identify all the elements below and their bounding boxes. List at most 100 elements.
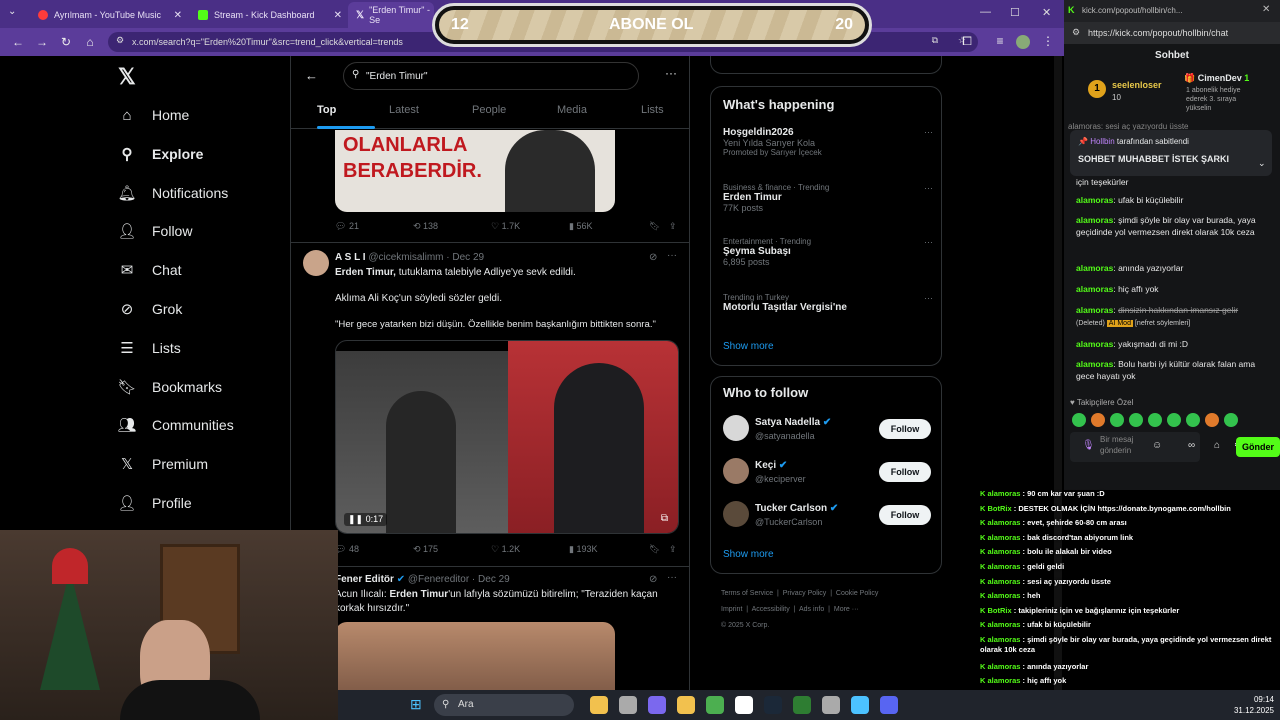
more-icon[interactable]: ··· bbox=[924, 293, 933, 303]
chevron-down-icon[interactable]: ⌄ bbox=[1258, 158, 1266, 169]
nav-item-lists[interactable]: ☰ Lists bbox=[118, 339, 181, 357]
tab-latest[interactable]: Latest bbox=[389, 104, 419, 116]
tab-x-search[interactable]: 𝕏 "Erden Timur" - Se bbox=[348, 2, 434, 28]
show-more-link[interactable]: Show more bbox=[723, 341, 774, 352]
emote-icon[interactable] bbox=[1148, 413, 1162, 427]
emoji-icon[interactable]: ☺ bbox=[1152, 440, 1162, 451]
chat-username[interactable]: alamoras bbox=[1076, 305, 1113, 315]
more-icon[interactable]: ··· bbox=[665, 66, 677, 80]
nav-item-premium[interactable]: 𝕏 Premium bbox=[118, 455, 208, 473]
tab-youtube-music[interactable]: Ayrılmam - YouTube Music ✕ bbox=[30, 4, 188, 26]
retweet-button[interactable]: ⟲ 138 bbox=[413, 221, 438, 232]
close-icon[interactable]: ✕ bbox=[174, 10, 182, 21]
trend-item[interactable]: Trending in Turkey Motorlu Taşıtlar Vergi… bbox=[723, 293, 933, 313]
author-handle[interactable]: @Fenereditor · Dec 29 bbox=[408, 574, 510, 585]
site-info-icon[interactable]: ⚙ bbox=[1072, 27, 1080, 38]
top-user-name[interactable]: seelenloser bbox=[1112, 80, 1162, 90]
microphone-icon[interactable]: 🎙 bbox=[1082, 440, 1095, 451]
close-icon[interactable]: ✕ bbox=[334, 10, 342, 21]
profile-avatar[interactable] bbox=[1016, 35, 1030, 49]
steam-icon[interactable] bbox=[764, 696, 782, 714]
chat-input[interactable]: 🎙 Bir mesaj gönderin bbox=[1070, 432, 1200, 462]
game-icon[interactable] bbox=[793, 696, 811, 714]
files-icon[interactable] bbox=[619, 696, 637, 714]
like-button[interactable]: ♡ 1.7K bbox=[491, 221, 520, 232]
footer-link[interactable]: Privacy Policy bbox=[783, 590, 827, 597]
tab-top[interactable]: Top bbox=[317, 104, 336, 116]
chat-username[interactable]: alamoras bbox=[1076, 195, 1113, 205]
windows-start-icon[interactable]: ⊞ bbox=[410, 696, 422, 713]
emote-icon[interactable] bbox=[1205, 413, 1219, 427]
tweet-bold[interactable]: Erden Timur bbox=[389, 589, 448, 600]
nav-item-home[interactable]: ⌂ Home bbox=[118, 106, 189, 124]
reply-button[interactable]: 💬︎ 48 bbox=[335, 544, 359, 555]
tweet-video[interactable]: ❚❚ 0:17 ⧉ bbox=[335, 340, 679, 534]
more-icon[interactable]: ··· bbox=[924, 183, 933, 193]
footer-link[interactable]: Ads info bbox=[799, 606, 824, 613]
follow-name[interactable]: Tucker Carlson ✔ bbox=[755, 503, 838, 514]
bookmark-icon[interactable]: 🔖︎ bbox=[649, 544, 660, 555]
back-icon[interactable]: ← bbox=[6, 35, 30, 49]
tab-list-icon[interactable]: ⌄ bbox=[8, 6, 16, 17]
close-window-icon[interactable]: ✕ bbox=[1262, 4, 1270, 15]
share-icon[interactable]: ⇪ bbox=[669, 221, 677, 232]
footer-link[interactable]: More ··· bbox=[834, 606, 859, 613]
tab-people[interactable]: People bbox=[472, 104, 506, 116]
file-explorer-icon[interactable] bbox=[677, 696, 695, 714]
bookmark-icon[interactable]: 🔖︎ bbox=[649, 221, 660, 232]
more-icon[interactable]: ··· bbox=[667, 572, 677, 583]
emote-icon[interactable] bbox=[1167, 413, 1181, 427]
media-icon[interactable]: ≡ bbox=[988, 34, 1012, 48]
footer-link[interactable]: Cookie Policy bbox=[836, 590, 878, 597]
emote-icon[interactable] bbox=[1091, 413, 1105, 427]
settings-icon[interactable] bbox=[822, 696, 840, 714]
emote-icon[interactable] bbox=[1072, 413, 1086, 427]
send-button[interactable]: Gönder bbox=[1236, 437, 1280, 457]
tweet-bold[interactable]: Erden Timur, bbox=[335, 267, 396, 278]
chat-username[interactable]: alamoras bbox=[1076, 284, 1113, 294]
retweet-button[interactable]: ⟲ 175 bbox=[413, 544, 438, 555]
avatar[interactable] bbox=[723, 415, 749, 441]
emote-icon[interactable] bbox=[1186, 413, 1200, 427]
views-button[interactable]: ▮ 56K bbox=[569, 221, 592, 232]
reply-button[interactable]: 💬︎ 21 bbox=[335, 221, 359, 232]
forward-icon[interactable]: → bbox=[30, 35, 54, 49]
follow-button[interactable]: Follow bbox=[879, 419, 931, 439]
like-button[interactable]: ♡ 1.2K bbox=[491, 544, 520, 555]
folder-icon[interactable] bbox=[590, 696, 608, 714]
tweet-image[interactable]: OLANLARLA BERABERDİR. bbox=[335, 130, 615, 212]
author-handle[interactable]: @cicekmisalimm · Dec 29 bbox=[368, 252, 484, 263]
chrome-icon[interactable] bbox=[706, 696, 724, 714]
store-icon[interactable] bbox=[735, 696, 753, 714]
more-icon[interactable]: ··· bbox=[667, 250, 677, 261]
more-icon[interactable]: ··· bbox=[924, 127, 933, 137]
chat-username[interactable]: alamoras bbox=[1076, 339, 1113, 349]
nav-item-profile[interactable]: 👤︎ Profile bbox=[117, 494, 191, 512]
clock[interactable]: 09:14 31.12.2025 bbox=[1218, 694, 1274, 716]
gifter-name[interactable]: 🎁 CimenDev 1 bbox=[1184, 73, 1249, 84]
tab-media[interactable]: Media bbox=[557, 104, 587, 116]
avatar[interactable] bbox=[723, 458, 749, 484]
nav-item-follow[interactable]: 👤︎ Follow bbox=[117, 222, 192, 240]
trend-item[interactable]: Business & finance · Trending Erden Timur… bbox=[723, 183, 933, 213]
emote-icon[interactable] bbox=[1224, 413, 1238, 427]
app-icon[interactable] bbox=[851, 696, 869, 714]
footer-link[interactable]: Terms of Service bbox=[721, 590, 773, 597]
chat-username[interactable]: alamoras bbox=[1076, 263, 1113, 273]
site-info-icon[interactable]: ⚙ bbox=[116, 35, 124, 46]
nav-item-chat[interactable]: ✉ Chat bbox=[118, 261, 182, 279]
discord-icon[interactable] bbox=[880, 696, 898, 714]
grok-icon[interactable]: ⊘ bbox=[649, 574, 657, 585]
taskbar-search[interactable]: ⚲ Ara bbox=[434, 694, 574, 716]
avatar[interactable] bbox=[723, 501, 749, 527]
tab-kick-dashboard[interactable]: Stream - Kick Dashboard ✕ bbox=[190, 4, 348, 26]
avatar[interactable] bbox=[303, 250, 329, 276]
bits-icon[interactable]: ∞ bbox=[1188, 440, 1195, 451]
nav-item-notifications[interactable]: 🔔︎ Notifications bbox=[117, 184, 228, 202]
translate-icon[interactable]: ⧉ bbox=[932, 35, 938, 46]
nav-item-grok[interactable]: ⊘ Grok bbox=[118, 300, 183, 318]
home-icon[interactable]: ⌂ bbox=[78, 35, 102, 49]
footer-link[interactable]: Imprint bbox=[721, 606, 742, 613]
close-window-icon[interactable]: ✕ bbox=[1042, 6, 1051, 19]
pinned-message[interactable]: 📌 Hollbin tarafından sabitlendi SOHBET M… bbox=[1070, 130, 1272, 176]
